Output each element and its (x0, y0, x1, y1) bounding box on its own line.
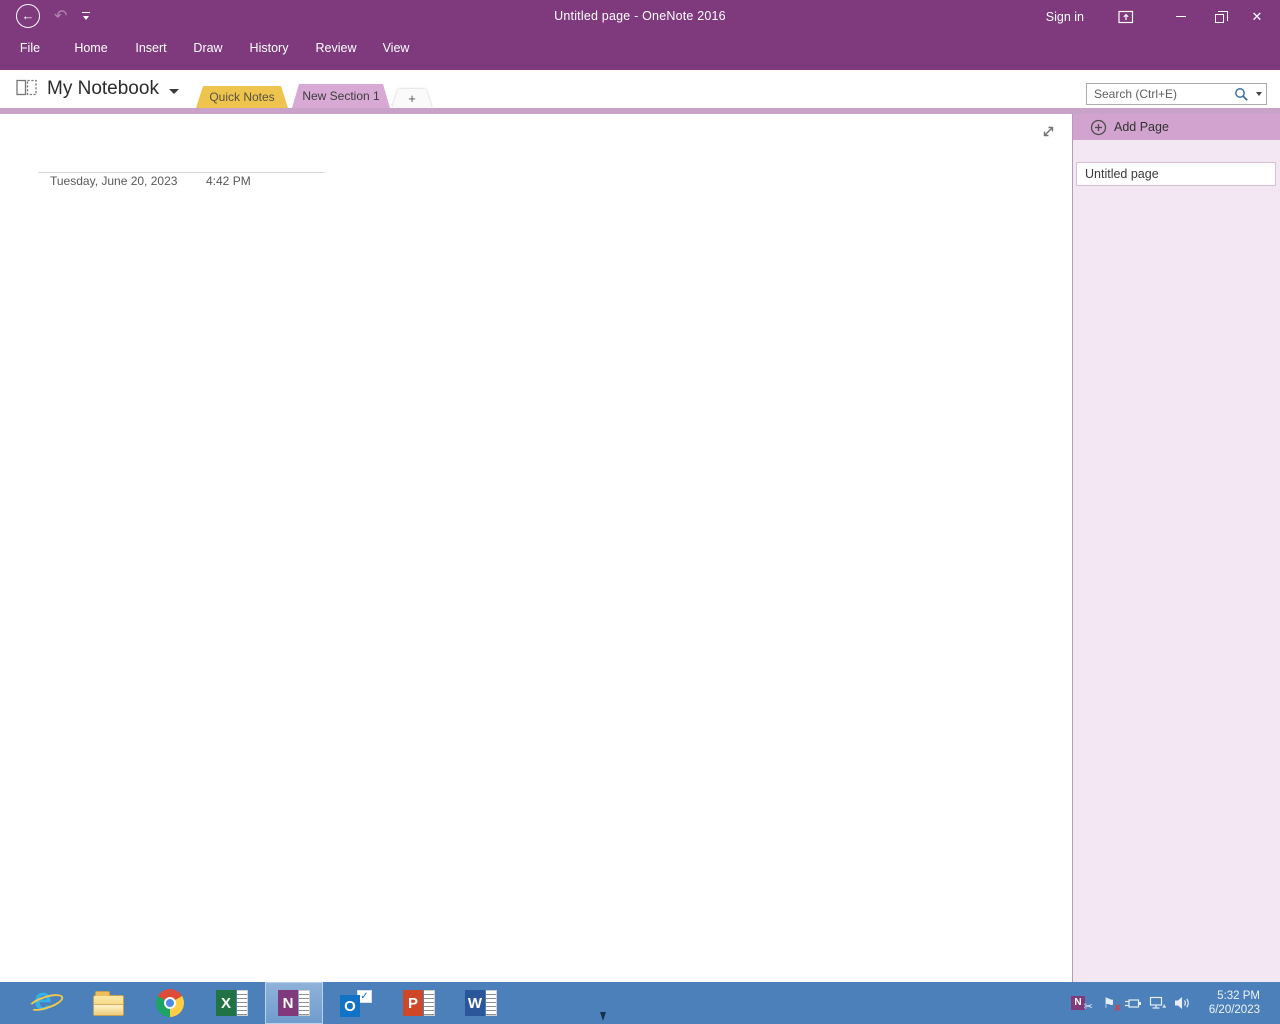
menu-history[interactable]: History (250, 41, 289, 55)
page-date-stamp: Tuesday, June 20, 2023 (50, 174, 177, 188)
menu-home[interactable]: Home (74, 41, 107, 55)
title-bar: ← ↶ Untitled page - OneNote 2016 Sign in… (0, 0, 1280, 70)
section-tab-quick-notes[interactable]: Quick Notes (196, 86, 288, 108)
taskbar-chrome-icon[interactable] (141, 982, 199, 1024)
taskbar-word-icon[interactable]: W (452, 982, 510, 1024)
notebook-dropdown[interactable]: My Notebook (16, 76, 179, 101)
sign-in-button[interactable]: Sign in (1046, 10, 1084, 24)
tray-network-icon[interactable] (1146, 982, 1170, 1024)
notebook-name: My Notebook (47, 78, 159, 100)
notebook-icon (16, 79, 38, 101)
page-item-title: Untitled page (1085, 167, 1159, 181)
menu-review[interactable]: Review (316, 41, 357, 55)
menu-view[interactable]: View (383, 41, 410, 55)
chevron-down-icon (169, 89, 179, 94)
page-list-panel: Add Page Untitled page (1072, 114, 1280, 982)
create-section-tab[interactable]: + (392, 89, 432, 108)
page-title-underline (38, 172, 325, 173)
clock-time: 5:32 PM (1198, 989, 1260, 1003)
menu-file[interactable]: File (20, 41, 40, 55)
add-page-label: Add Page (1114, 120, 1169, 134)
clock-date: 6/20/2023 (1198, 1003, 1260, 1017)
add-page-plus-icon (1090, 119, 1107, 136)
tray-volume-icon[interactable] (1170, 982, 1194, 1024)
tray-action-center-flag-icon[interactable]: ⚑✘ (1098, 982, 1120, 1024)
onenote-window: ← ↶ Untitled page - OneNote 2016 Sign in… (0, 0, 1280, 1024)
menu-draw[interactable]: Draw (193, 41, 222, 55)
taskbar-onenote-icon[interactable]: N (265, 982, 323, 1024)
minimize-button[interactable] (1166, 5, 1196, 29)
page-canvas[interactable]: Tuesday, June 20, 2023 4:42 PM (0, 114, 1072, 982)
search-icon[interactable] (1234, 87, 1249, 107)
taskbar-excel-icon[interactable]: X (203, 982, 261, 1024)
ribbon-menu: File Home Insert Draw History Review Vie… (0, 41, 1280, 61)
notebook-nav-bar: My Notebook Quick Notes New Section 1 + (0, 70, 1280, 108)
taskbar-file-explorer-icon[interactable] (79, 982, 137, 1024)
tray-onenote-clipper-icon[interactable]: N✂ (1064, 982, 1092, 1024)
taskbar-outlook-icon[interactable]: ✓ O (327, 982, 385, 1024)
ribbon-display-options-icon[interactable] (1118, 10, 1134, 24)
section-tab-new-section-1[interactable]: New Section 1 (292, 84, 390, 108)
page-time-stamp: 4:42 PM (206, 174, 251, 188)
search-scope-caret-icon[interactable] (1256, 92, 1262, 96)
restore-button[interactable] (1204, 5, 1234, 29)
tray-power-icon[interactable] (1122, 982, 1144, 1024)
taskbar-powerpoint-icon[interactable]: P (390, 982, 448, 1024)
mouse-cursor (600, 1012, 606, 1021)
taskbar-internet-explorer-icon[interactable]: e (17, 982, 75, 1024)
taskbar: e X N ✓ O P W N✂ (0, 982, 1280, 1024)
full-page-view-icon[interactable] (1041, 124, 1056, 144)
menu-insert[interactable]: Insert (135, 41, 166, 55)
add-page-button[interactable]: Add Page (1073, 114, 1280, 140)
plus-icon: + (392, 89, 432, 108)
close-button[interactable]: ✕ (1242, 5, 1272, 29)
taskbar-clock[interactable]: 5:32 PM 6/20/2023 (1198, 982, 1260, 1024)
page-list-item-untitled[interactable]: Untitled page (1076, 162, 1276, 186)
search-box (1086, 83, 1267, 105)
